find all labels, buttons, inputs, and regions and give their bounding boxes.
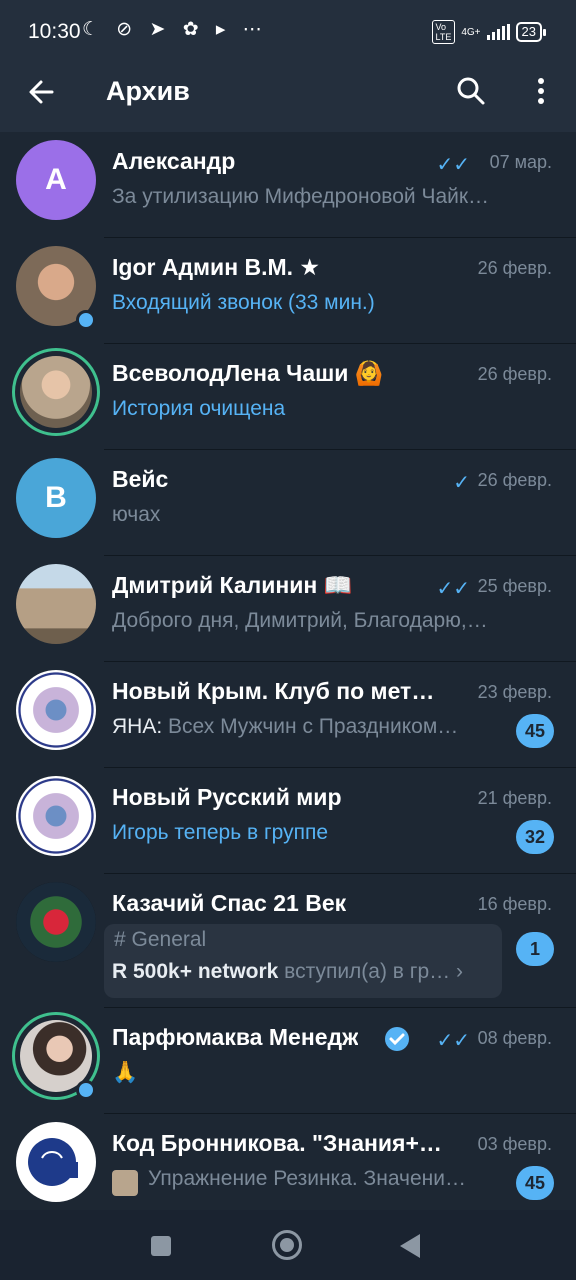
chat-date: 26 февр.	[477, 364, 552, 384]
status-bar: 10:30 ☾ ⊘ ➤ ✿ ▸ ⋯ Vo LTE 4G+ 23	[0, 0, 576, 64]
chat-row[interactable]: Казачий Спас 21 Век 16 февр. # General R…	[0, 874, 576, 1008]
chat-row[interactable]: ВсеволодЛена Чаши 🙆 26 февр. История очи…	[0, 344, 576, 450]
double-check-icon: ✓✓	[436, 1030, 470, 1052]
chat-name: Новый Крым. Клуб по мет…	[112, 678, 435, 704]
avatar: В	[16, 458, 96, 538]
page-title: Архив	[106, 76, 190, 106]
chat-row[interactable]: В Вейс ✓ 26 февр. ючах	[0, 450, 576, 556]
chat-name: Новый Русский мир	[112, 784, 342, 810]
chat-name-text: Парфюмаква Менедж	[112, 1024, 359, 1050]
topic-message: R 500k+ network вступил(а) в гр… ›	[112, 960, 463, 983]
avatar	[20, 356, 92, 428]
avatar-letter: А	[45, 163, 67, 196]
chat-name: Код Бронникова. "Знания+…	[112, 1130, 442, 1156]
chat-message: ючах	[112, 503, 161, 526]
chat-date: 21 февр.	[477, 788, 552, 808]
message-sender: R 500k+ network	[112, 960, 279, 983]
chat-message: Доброго дня, Димитрий, Благодарю,…	[112, 609, 488, 632]
chat-name: Казачий Спас 21 Век	[112, 890, 347, 916]
app-bar: Архив	[0, 64, 576, 132]
brain-logo-icon	[28, 1138, 78, 1186]
top-bar: 10:30 ☾ ⊘ ➤ ✿ ▸ ⋯ Vo LTE 4G+ 23 Архив	[0, 0, 576, 132]
search-icon[interactable]	[454, 74, 488, 108]
chat-name: ВсеволодЛена Чаши 🙆	[112, 360, 384, 386]
more-menu-icon[interactable]	[524, 74, 558, 108]
chat-name: Igor Админ В.М. ★	[112, 254, 321, 280]
message-text: Всех Мужчин с Праздником…	[162, 715, 459, 738]
topic-preview[interactable]: # General R 500k+ network вступил(а) в г…	[104, 924, 502, 998]
avatar	[16, 776, 96, 856]
chat-message: За утилизацию Мифедроновой Чайк…	[112, 185, 490, 208]
chat-row[interactable]: А Александр ✓✓ 07 мар. За утилизацию Миф…	[0, 132, 576, 238]
avatar	[16, 1122, 96, 1202]
verified-icon	[385, 1027, 409, 1051]
online-indicator	[76, 1080, 96, 1100]
unread-badge: 32	[516, 820, 554, 854]
signal-icon	[486, 24, 510, 40]
check-icon: ✓	[453, 472, 470, 494]
chat-list: А Александр ✓✓ 07 мар. За утилизацию Миф…	[0, 132, 576, 1220]
avatar	[16, 670, 96, 750]
online-indicator	[76, 310, 96, 330]
chat-name: Дмитрий Калинин 📖	[112, 572, 353, 598]
chat-date: 25 февр.	[477, 576, 552, 596]
avatar: А	[16, 140, 96, 220]
chat-row[interactable]: Новый Крым. Клуб по мет… 23 февр. ЯНА: В…	[0, 662, 576, 768]
chat-row[interactable]: Новый Русский мир 21 февр. Игорь теперь …	[0, 768, 576, 874]
back-arrow-icon[interactable]	[24, 74, 60, 110]
home-button[interactable]	[272, 1230, 302, 1260]
chat-message: Входящий звонок (33 мин.)	[112, 291, 375, 314]
status-right: Vo LTE 4G+ 23	[431, 20, 547, 44]
chat-message: Игорь теперь в группе	[112, 821, 329, 844]
double-check-icon: ✓✓	[436, 578, 470, 600]
recents-button[interactable]	[151, 1236, 171, 1256]
battery-level: 23	[521, 24, 536, 39]
chat-message: Упражнение Резинка. Значени…	[148, 1167, 466, 1190]
battery-icon: 23	[515, 22, 547, 42]
chat-date: 23 февр.	[477, 682, 552, 702]
chat-message: История очищена	[112, 397, 286, 420]
volte-icon: Vo LTE	[431, 20, 456, 44]
topic-name: # General	[114, 928, 207, 951]
chat-row[interactable]: Дмитрий Калинин 📖 ✓✓ 25 февр. Доброго дн…	[0, 556, 576, 662]
double-check-icon: ✓✓	[436, 154, 470, 176]
status-icons: ☾ ⊘ ➤ ✿ ▸ ⋯	[82, 19, 268, 40]
status-time: 10:30	[28, 20, 81, 43]
message-thumbnail	[112, 1170, 138, 1196]
avatar	[16, 564, 96, 644]
unread-badge: 45	[516, 714, 554, 748]
chat-name: Вейс	[112, 466, 169, 492]
message-text: вступил(а) в гр…	[278, 960, 451, 983]
chat-date: 16 февр.	[477, 894, 552, 914]
chat-message: 🙏	[112, 1061, 139, 1084]
chat-date: 26 февр.	[477, 258, 552, 278]
chat-date: 03 февр.	[477, 1134, 552, 1154]
chat-row[interactable]: Код Бронникова. "Знания+… 03 февр. Упраж…	[0, 1114, 576, 1220]
system-nav-bar	[0, 1210, 576, 1280]
chat-name: Парфюмаква Менедж	[112, 1024, 358, 1051]
message-sender: ЯНА:	[112, 715, 163, 738]
chat-row[interactable]: Парфюмаква Менедж ✓✓ 08 февр. 🙏	[0, 1008, 576, 1114]
avatar	[16, 882, 96, 962]
network-type: 4G+	[461, 26, 481, 38]
chat-date: 08 февр.	[477, 1028, 552, 1048]
chat-date: 26 февр.	[477, 470, 552, 490]
unread-badge: 45	[516, 1166, 554, 1200]
chat-date: 07 мар.	[489, 152, 552, 172]
avatar-letter: В	[45, 481, 67, 514]
chat-row[interactable]: Igor Админ В.М. ★ 26 февр. Входящий звон…	[0, 238, 576, 344]
chat-message: ЯНА: Всех Мужчин с Праздником…	[112, 715, 498, 739]
unread-badge: 1	[516, 932, 554, 966]
chat-name: Александр	[112, 148, 236, 174]
system-back-button[interactable]	[400, 1234, 420, 1258]
